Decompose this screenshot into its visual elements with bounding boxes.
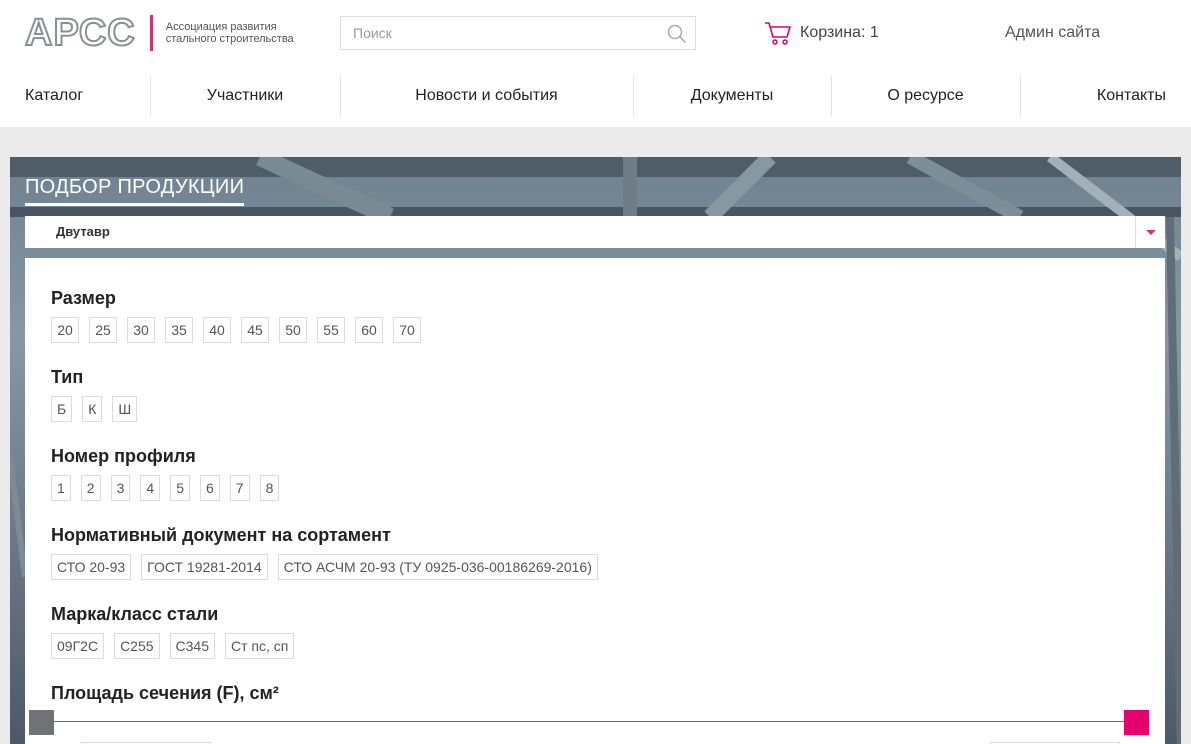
logo-mark: АРСС bbox=[24, 12, 136, 54]
type-option[interactable]: К bbox=[82, 396, 103, 422]
nav-item-catalog[interactable]: Каталог bbox=[25, 76, 83, 116]
logo-divider bbox=[149, 15, 153, 51]
product-type-value: Двутавр bbox=[56, 224, 110, 239]
standard-document-options: СТО 20-93 ГОСТ 19281-2014 СТО АСЧМ 20-93… bbox=[51, 554, 598, 580]
nav-item-news[interactable]: Новости и события bbox=[340, 76, 633, 116]
nav-item-contacts[interactable]: Контакты bbox=[1020, 76, 1166, 116]
chevron-down-icon[interactable] bbox=[1135, 216, 1165, 248]
filter-panel: Размер 20 25 30 35 40 45 50 55 60 70 Тип… bbox=[25, 258, 1165, 744]
type-option[interactable]: Ш bbox=[112, 396, 138, 422]
logo-text: Ассоциация развития стального строительс… bbox=[165, 21, 294, 45]
size-option[interactable]: 55 bbox=[317, 317, 345, 343]
standard-document-option[interactable]: СТО АСЧМ 20-93 (ТУ 0925-036-00186269-201… bbox=[277, 554, 598, 580]
size-option[interactable]: 40 bbox=[203, 317, 231, 343]
steel-grade-option[interactable]: 09Г2С bbox=[51, 633, 105, 659]
profile-number-group-title: Номер профиля bbox=[51, 446, 196, 466]
steel-grade-option[interactable]: С345 bbox=[169, 633, 215, 659]
search-icon[interactable] bbox=[667, 24, 687, 44]
standard-document-option[interactable]: СТО 20-93 bbox=[51, 554, 132, 580]
profile-number-options: 1 2 3 4 5 6 7 8 bbox=[51, 475, 280, 501]
section-area-slider-track[interactable] bbox=[40, 721, 1140, 722]
main-nav: Каталог Участники Новости и события Доку… bbox=[0, 76, 1191, 116]
nav-item-about[interactable]: О ресурсе bbox=[831, 76, 1020, 116]
steel-grade-option[interactable]: С255 bbox=[114, 633, 160, 659]
nav-item-documents[interactable]: Документы bbox=[633, 76, 831, 116]
admin-link[interactable]: Админ сайта bbox=[1005, 24, 1100, 42]
size-option[interactable]: 25 bbox=[89, 317, 117, 343]
section-area-group-title: Площадь сечения (F), см² bbox=[51, 683, 279, 703]
cart-link[interactable]: Корзина: 1 bbox=[764, 20, 879, 46]
size-option[interactable]: 70 bbox=[393, 317, 421, 343]
search-input[interactable] bbox=[341, 17, 641, 49]
filter-title: ПОДБОР ПРОДУКЦИИ bbox=[25, 176, 245, 206]
section-area-slider-max-handle[interactable] bbox=[1124, 710, 1149, 735]
profile-number-option[interactable]: 3 bbox=[110, 475, 131, 501]
size-group-title: Размер bbox=[51, 288, 116, 308]
product-filter-section: ПОДБОР ПРОДУКЦИИ Двутавр Размер 20 25 30… bbox=[10, 157, 1181, 744]
steel-grade-group-title: Марка/класс стали bbox=[51, 604, 219, 624]
standard-document-group-title: Нормативный документ на сортамент bbox=[51, 525, 391, 545]
profile-number-option[interactable]: 6 bbox=[199, 475, 220, 501]
size-option[interactable]: 35 bbox=[165, 317, 193, 343]
steel-grade-option[interactable]: Ст пс, сп bbox=[225, 633, 295, 659]
type-group-title: Тип bbox=[51, 367, 84, 387]
standard-document-option[interactable]: ГОСТ 19281-2014 bbox=[141, 554, 268, 580]
nav-item-members[interactable]: Участники bbox=[150, 76, 340, 116]
cart-label: Корзина: 1 bbox=[800, 24, 879, 41]
size-option[interactable]: 30 bbox=[127, 317, 155, 343]
profile-number-option[interactable]: 8 bbox=[259, 475, 280, 501]
size-option[interactable]: 45 bbox=[241, 317, 269, 343]
profile-number-option[interactable]: 7 bbox=[229, 475, 250, 501]
steel-grade-options: 09Г2С С255 С345 Ст пс, сп bbox=[51, 633, 295, 659]
search-box bbox=[340, 16, 696, 50]
site-header: АРСС Ассоциация развития стального строи… bbox=[0, 0, 1191, 127]
section-area-slider-min-handle[interactable] bbox=[29, 710, 54, 735]
logo[interactable]: АРСС Ассоциация развития стального строи… bbox=[24, 12, 306, 54]
size-option[interactable]: 60 bbox=[355, 317, 383, 343]
product-type-select[interactable]: Двутавр bbox=[25, 216, 1165, 248]
size-options: 20 25 30 35 40 45 50 55 60 70 bbox=[51, 317, 421, 343]
profile-number-option[interactable]: 4 bbox=[140, 475, 161, 501]
profile-number-option[interactable]: 2 bbox=[80, 475, 101, 501]
size-option[interactable]: 20 bbox=[51, 317, 79, 343]
profile-number-option[interactable]: 5 bbox=[170, 475, 190, 501]
cart-icon bbox=[765, 22, 791, 45]
type-options: Б К Ш bbox=[51, 396, 138, 422]
type-option[interactable]: Б bbox=[51, 396, 73, 422]
size-option[interactable]: 50 bbox=[279, 317, 307, 343]
profile-number-option[interactable]: 1 bbox=[51, 475, 71, 501]
